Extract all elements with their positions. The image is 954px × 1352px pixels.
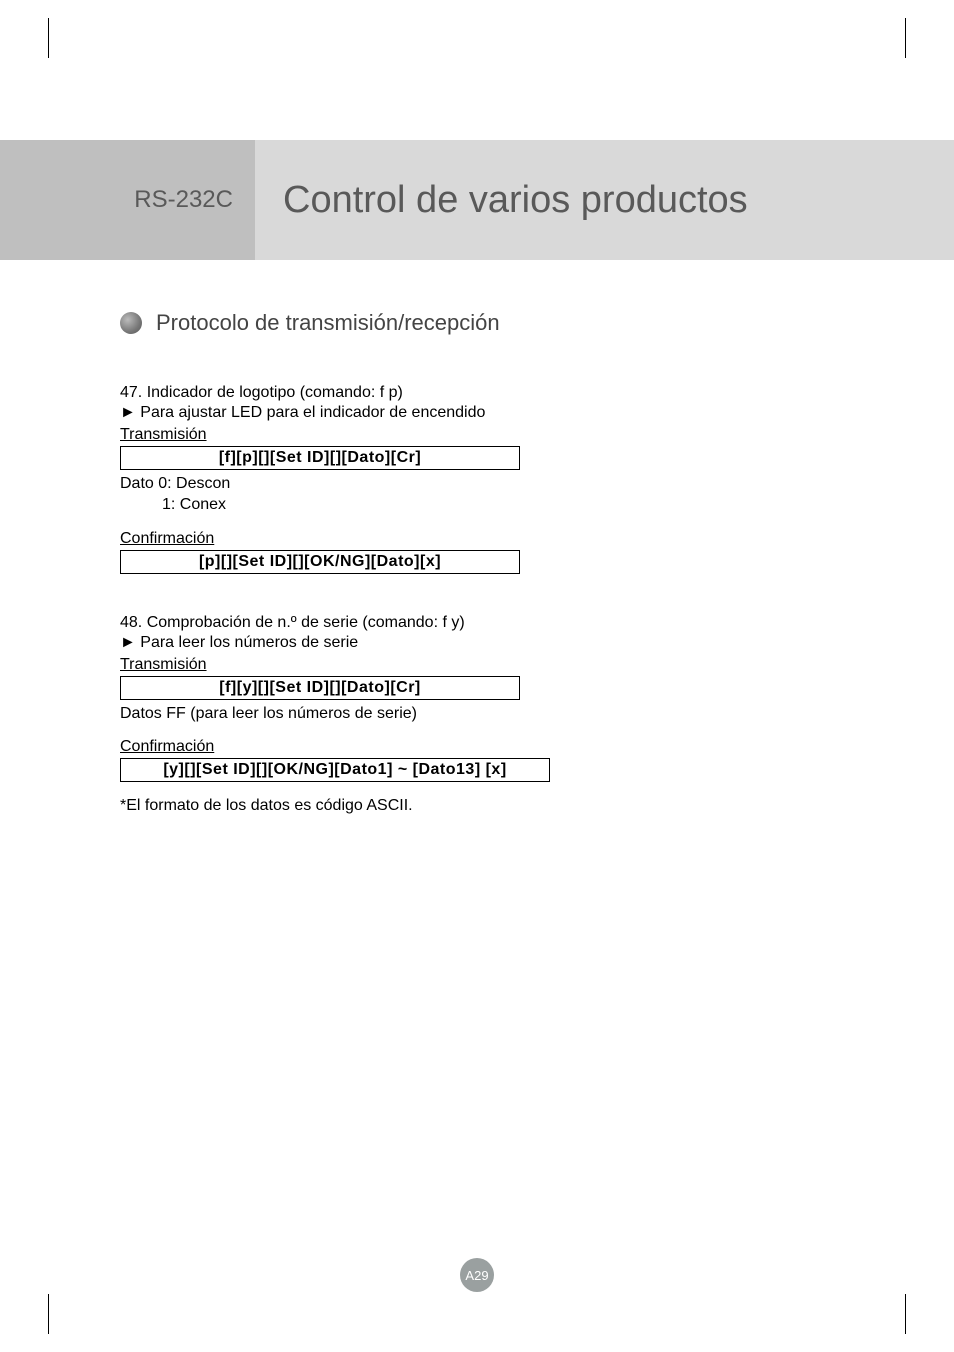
cmd48-conf-label: Confirmación <box>120 738 214 756</box>
cmd47-block: 47. Indicador de logotipo (comando: f p)… <box>120 384 820 574</box>
cmd47-data1: 1: Conex <box>120 495 820 516</box>
header-right: Control de varios productos <box>255 140 954 260</box>
cmd48-format-note: *El formato de los datos es código ASCII… <box>120 796 820 817</box>
crop-mark <box>48 1294 49 1334</box>
cmd47-desc: ► Para ajustar LED para el indicador de … <box>120 404 820 422</box>
crop-mark <box>905 18 906 58</box>
cmd47-tx-label: Transmisión <box>120 426 207 444</box>
cmd47-conf-code: [p][][Set ID][][OK/NG][Dato][x] <box>120 550 520 574</box>
header-left: RS-232C <box>0 140 255 260</box>
cmd48-block: 48. Comprobación de n.º de serie (comand… <box>120 614 820 818</box>
header: RS-232C Control de varios productos <box>0 140 954 260</box>
cmd47-data0: Dato 0: Descon <box>120 474 820 495</box>
page-number-text: A29 <box>465 1268 488 1283</box>
section-title-row: Protocolo de transmisión/recepción <box>120 310 820 336</box>
cmd48-desc: ► Para leer los números de serie <box>120 634 820 652</box>
content: Protocolo de transmisión/recepción 47. I… <box>120 310 820 827</box>
cmd48-conf-code: [y][][Set ID][][OK/NG][Dato1] ~ [Dato13]… <box>120 758 550 782</box>
cmd47-conf-label: Confirmación <box>120 530 214 548</box>
header-right-text: Control de varios productos <box>283 179 748 222</box>
cmd48-data-note: Datos FF (para leer los números de serie… <box>120 704 820 725</box>
bullet-icon <box>120 312 142 334</box>
section-title: Protocolo de transmisión/recepción <box>156 310 500 336</box>
cmd47-tx-code: [f][p][][Set ID][][Dato][Cr] <box>120 446 520 470</box>
crop-mark <box>48 18 49 58</box>
cmd48-title: 48. Comprobación de n.º de serie (comand… <box>120 614 820 632</box>
crop-mark <box>905 1294 906 1334</box>
cmd48-tx-code: [f][y][][Set ID][][Dato][Cr] <box>120 676 520 700</box>
cmd48-tx-label: Transmisión <box>120 656 207 674</box>
header-left-text: RS-232C <box>134 186 233 214</box>
page-number: A29 <box>460 1258 494 1292</box>
cmd47-title: 47. Indicador de logotipo (comando: f p) <box>120 384 820 402</box>
